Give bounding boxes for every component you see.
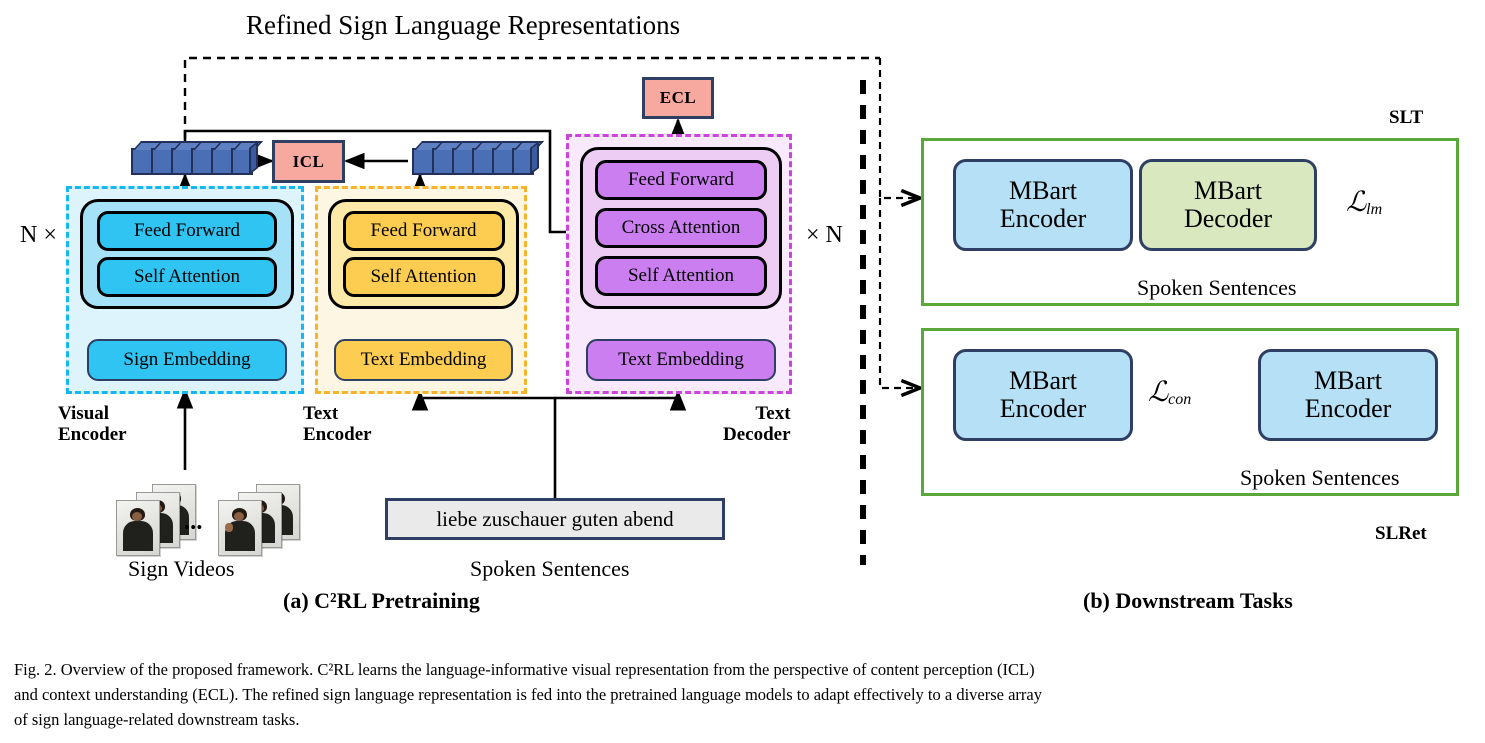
ecl-loss-box[interactable]: ECL (642, 77, 714, 119)
signer-body (123, 521, 153, 551)
slt-loss-subscript: lm (1366, 201, 1383, 218)
panel-a-title: (a) C²RL Pretraining (283, 588, 480, 613)
token-block (211, 141, 244, 175)
text-encoder-label: Text Encoder (303, 403, 372, 445)
token-block (131, 141, 164, 175)
caption-line-3: of sign language-related downstream task… (14, 709, 300, 729)
decoder-self-attention-box[interactable]: Self Attention (595, 256, 767, 296)
slt-loss-label: ℒlm (1346, 185, 1382, 219)
sign-videos-label: Sign Videos (128, 556, 235, 581)
text-token-sequence (412, 140, 545, 175)
icl-loss-box[interactable]: ICL (272, 140, 345, 183)
spoken-sentences-label-pretraining: Spoken Sentences (470, 556, 630, 581)
visual-self-attention-box[interactable]: Self Attention (97, 257, 277, 297)
slret-loss-subscript: con (1168, 391, 1192, 408)
text-decoder-label-line2: Decoder (723, 423, 791, 445)
token-sequence-end-cap (249, 140, 258, 175)
text-decoder-label: Text Decoder (723, 403, 791, 445)
caption-line-1: Fig. 2. Overview of the proposed framewo… (14, 660, 1035, 679)
visual-encoder-label-line2: Encoder (58, 423, 127, 445)
slret-encoder-right-line1: MBart (1314, 365, 1382, 395)
slt-mbart-decoder-line1: MBart (1194, 175, 1262, 205)
token-block (452, 141, 485, 175)
slret-panel[interactable]: MBart Encoder MBart Encoder ℒcon Spoken … (921, 328, 1459, 496)
slret-badge: SLRet (1375, 523, 1427, 544)
sign-video-frame (218, 500, 262, 556)
caption-line-2: and context understanding (ECL). The ref… (14, 684, 1042, 704)
sign-video-frame (116, 500, 160, 556)
sign-videos-thumbnails: • • • (108, 478, 300, 560)
repeat-left-label: N × (20, 222, 57, 248)
token-block (151, 141, 184, 175)
signer-face (234, 512, 244, 521)
signer-face (132, 512, 142, 521)
text-encoder-embedding-box[interactable]: Text Embedding (334, 339, 513, 381)
visual-encoder-label: Visual Encoder (58, 403, 127, 445)
text-encoder-feed-forward-box[interactable]: Feed Forward (342, 211, 505, 251)
slt-input-label: Spoken Sentences (1137, 275, 1297, 300)
visual-encoder-label-line1: Visual (58, 403, 110, 424)
slt-loss-symbol: ℒ (1346, 187, 1367, 218)
text-encoder-self-attention-box[interactable]: Self Attention (342, 257, 505, 297)
slret-encoder-left-line2: Encoder (999, 394, 1087, 423)
token-block (412, 141, 445, 175)
slt-mbart-encoder-line2: Encoder (999, 204, 1087, 233)
figure-caption: Fig. 2. Overview of the proposed framewo… (14, 658, 1472, 732)
slret-encoder-right-line2: Encoder (1304, 394, 1392, 423)
token-block (191, 141, 224, 175)
token-block (472, 141, 505, 175)
token-sequence-end-cap (530, 140, 539, 175)
sign-embedding-box[interactable]: Sign Embedding (87, 339, 287, 381)
token-block (432, 141, 465, 175)
slt-mbart-encoder-box[interactable]: MBart Encoder (953, 159, 1133, 251)
token-block (492, 141, 525, 175)
text-encoder-label-line2: Encoder (303, 423, 372, 445)
slt-panel[interactable]: MBart Encoder MBart Decoder ℒlm Spoken S… (921, 138, 1459, 306)
slret-input-label: Spoken Sentences (1240, 465, 1400, 490)
visual-encoder-group[interactable]: Feed Forward Self Attention Sign Embeddi… (66, 186, 304, 394)
repeat-right-label: × N (806, 222, 843, 248)
token-block (171, 141, 204, 175)
decoder-cross-attention-box[interactable]: Cross Attention (595, 208, 767, 248)
text-encoder-label-line1: Text (303, 403, 339, 424)
text-decoder-block-stack: Feed Forward Cross Attention Self Attent… (580, 147, 782, 309)
slret-mbart-encoder-right-box[interactable]: MBart Encoder (1258, 349, 1438, 441)
decoder-embedding-box[interactable]: Text Embedding (586, 339, 776, 381)
spoken-sentence-input[interactable]: liebe zuschauer guten abend (385, 498, 725, 540)
text-decoder-label-line1: Text (755, 403, 791, 424)
signer-hand (225, 523, 233, 532)
slret-loss-symbol: ℒ (1148, 377, 1169, 408)
visual-token-sequence (131, 140, 264, 175)
decoder-feed-forward-box[interactable]: Feed Forward (595, 160, 767, 200)
slt-mbart-decoder-box[interactable]: MBart Decoder (1139, 159, 1317, 251)
text-encoder-block-stack: Feed Forward Self Attention (328, 199, 519, 309)
panel-b-title: (b) Downstream Tasks (1083, 588, 1293, 613)
slt-mbart-encoder-line1: MBart (1009, 175, 1077, 205)
sign-videos-ellipsis: • • • (184, 518, 202, 537)
slret-loss-label: ℒcon (1148, 375, 1191, 409)
slret-mbart-encoder-left-box[interactable]: MBart Encoder (953, 349, 1133, 441)
text-decoder-group[interactable]: Feed Forward Cross Attention Self Attent… (566, 134, 792, 394)
slret-encoder-left-line1: MBart (1009, 365, 1077, 395)
visual-feed-forward-box[interactable]: Feed Forward (97, 211, 277, 251)
figure-canvas: Refined Sign Language Representations N … (0, 0, 1485, 743)
visual-encoder-block-stack: Feed Forward Self Attention (80, 199, 294, 309)
slt-badge: SLT (1389, 107, 1424, 128)
slt-mbart-decoder-line2: Decoder (1183, 204, 1273, 233)
text-encoder-group[interactable]: Feed Forward Self Attention Text Embeddi… (315, 186, 527, 394)
figure-top-title: Refined Sign Language Representations (246, 10, 681, 40)
